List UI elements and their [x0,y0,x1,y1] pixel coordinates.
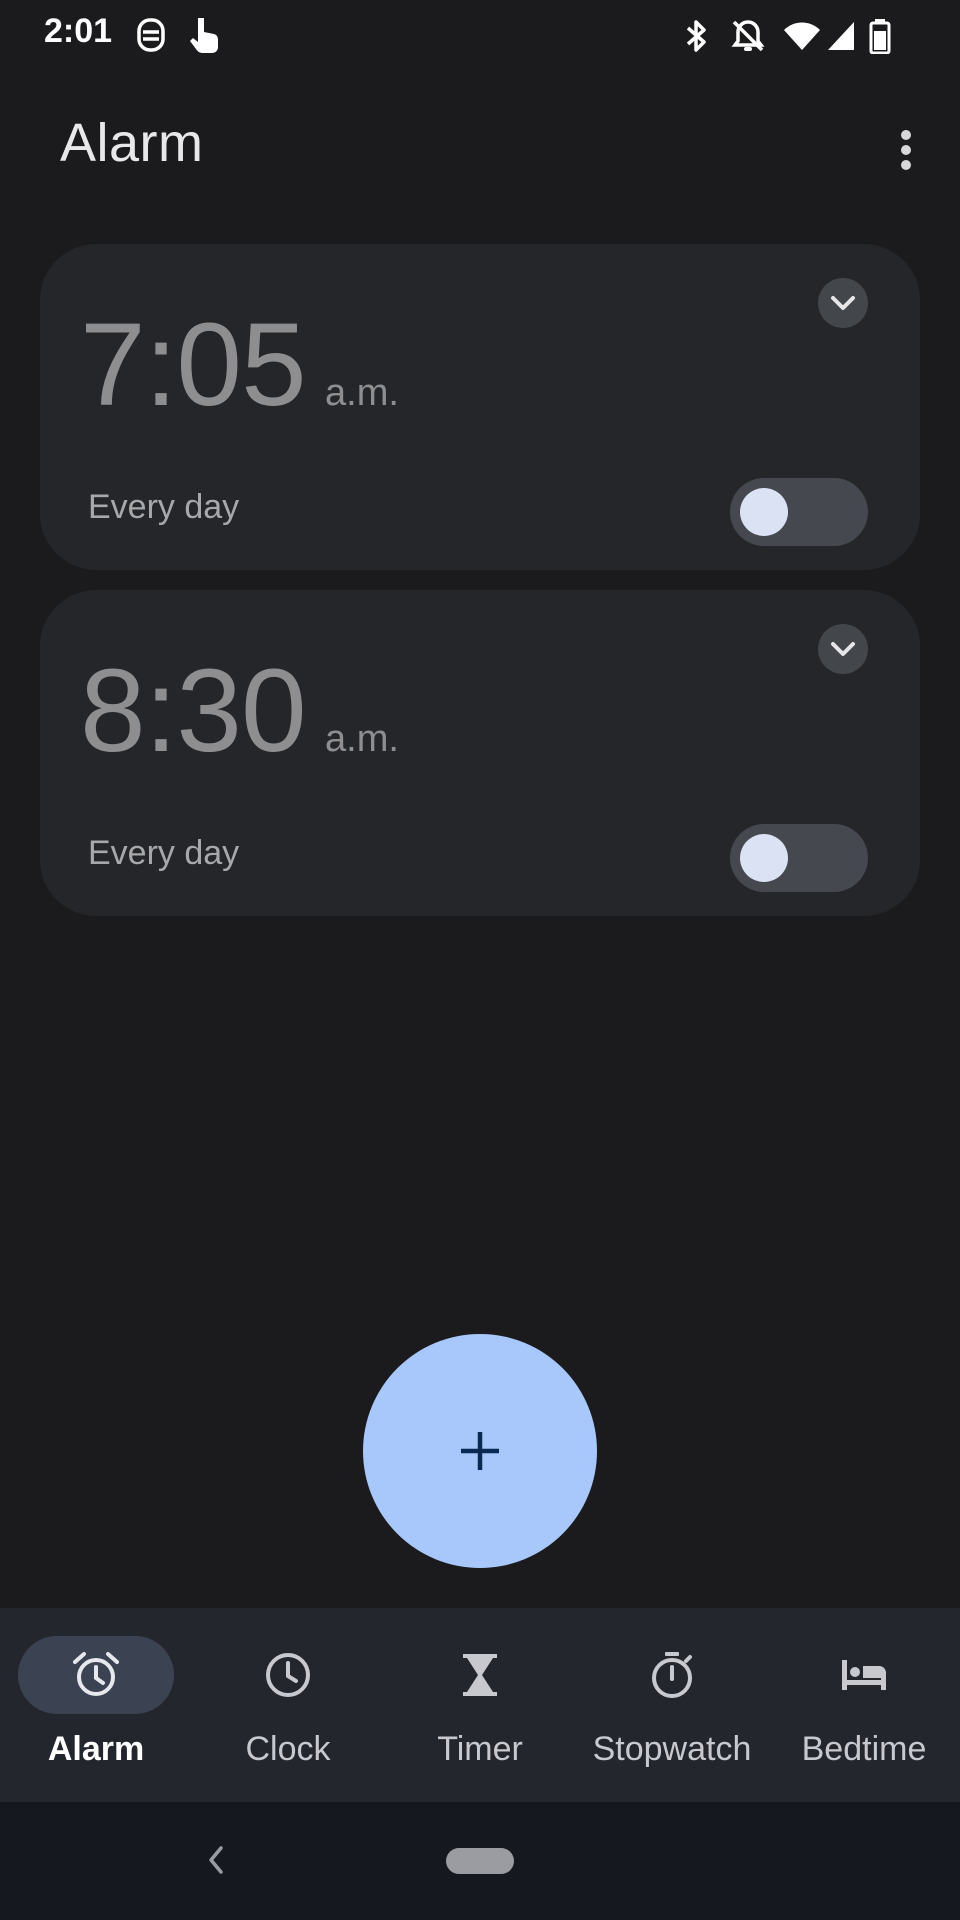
notifications-off-icon [731,20,765,52]
tab-stopwatch[interactable]: Stopwatch [576,1608,768,1802]
tab-label: Bedtime [801,1730,927,1768]
back-button[interactable] [196,1838,236,1882]
add-alarm-button[interactable] [363,1334,597,1568]
add-icon [461,1432,499,1470]
tab-bedtime[interactable]: Bedtime [768,1608,960,1802]
alarm-repeat-label[interactable]: Every day [88,488,239,527]
expand-button[interactable] [818,278,868,328]
touch-hand-icon [190,18,218,53]
status-bar: 2:01 [0,0,960,68]
chevron-down-icon [831,642,855,656]
expand-button[interactable] [818,624,868,674]
assistant-face-icon [137,18,165,52]
stopwatch-icon [652,1652,692,1698]
bluetooth-icon [686,20,706,52]
battery-icon [869,19,891,54]
toggle-knob [740,488,788,536]
alarm-icon [73,1652,119,1696]
toggle-knob [740,834,788,882]
more-options-button[interactable] [880,118,932,182]
alarm-repeat-label[interactable]: Every day [88,834,239,873]
tab-clock[interactable]: Clock [192,1608,384,1802]
bottom-navigation: Alarm Clock Timer Stopwatch Bedtime [0,1608,960,1802]
home-pill-icon[interactable] [446,1848,514,1874]
clock-icon [266,1653,310,1697]
back-chevron-icon [209,1846,223,1874]
alarm-period: a.m. [325,372,399,414]
more-vert-icon [901,130,911,170]
alarm-toggle[interactable] [730,478,868,546]
tab-alarm[interactable]: Alarm [0,1608,192,1802]
alarm-card[interactable]: 7:05 a.m. Every day [40,244,920,570]
alarm-card[interactable]: 8:30 a.m. Every day [40,590,920,916]
alarm-time[interactable]: 7:05 [80,306,307,424]
tab-timer[interactable]: Timer [384,1608,576,1802]
bed-icon [842,1660,886,1690]
alarm-time[interactable]: 8:30 [80,652,307,770]
alarm-period: a.m. [325,718,399,760]
status-time: 2:01 [44,12,113,50]
page-title: Alarm [60,113,204,173]
hourglass-icon [463,1654,497,1696]
system-navigation-bar [0,1802,960,1920]
wifi-icon [784,22,820,50]
alarm-toggle[interactable] [730,824,868,892]
chevron-down-icon [831,296,855,310]
signal-icon [828,22,854,50]
